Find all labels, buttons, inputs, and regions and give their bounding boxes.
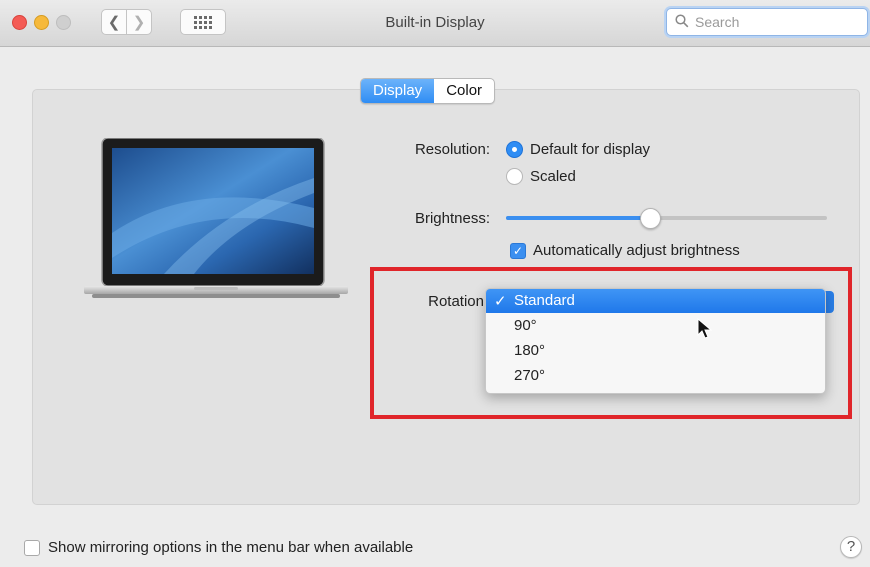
search-input[interactable] <box>693 12 862 32</box>
rotation-option-label: 180° <box>514 342 546 359</box>
brightness-slider[interactable] <box>506 208 827 229</box>
auto-brightness-label: Automatically adjust brightness <box>533 242 740 259</box>
auto-brightness-checkbox[interactable]: ✓ <box>510 243 526 259</box>
radio-scaled[interactable] <box>506 168 523 185</box>
segmented-tabs: Display Color <box>360 78 496 104</box>
brightness-slider-fill <box>506 216 651 220</box>
radio-default-for-display[interactable] <box>506 141 523 158</box>
brightness-label: Brightness: <box>414 210 490 227</box>
rotation-dropdown-menu: ✓ Standard 90° 180° 270° <box>485 288 826 394</box>
resolution-label: Resolution: <box>414 141 490 158</box>
rotation-label: Rotation <box>428 293 484 310</box>
radio-label-scaled: Scaled <box>530 168 576 185</box>
laptop-image <box>84 138 348 298</box>
rotation-option-label: 90° <box>514 317 537 334</box>
rotation-option-270[interactable]: 270° <box>486 364 825 388</box>
rotation-option-label: 270° <box>514 367 546 384</box>
rotation-option-standard[interactable]: ✓ Standard <box>486 289 825 313</box>
search-icon <box>675 14 689 28</box>
rotation-option-180[interactable]: 180° <box>486 339 825 363</box>
rotation-option-90[interactable]: 90° <box>486 314 825 338</box>
tab-color[interactable]: Color <box>434 79 494 103</box>
checkmark-icon: ✓ <box>494 293 507 310</box>
rotation-option-label: Standard <box>514 292 575 309</box>
mirroring-options-label: Show mirroring options in the menu bar w… <box>48 539 414 556</box>
mirroring-options-checkbox[interactable] <box>24 540 40 556</box>
radio-label-default: Default for display <box>530 141 651 158</box>
tab-display[interactable]: Display <box>361 79 435 103</box>
mouse-pointer-icon <box>697 318 713 339</box>
window-titlebar: ❮ ❯ Built-in Display <box>0 0 870 47</box>
help-button[interactable]: ? <box>840 536 862 558</box>
search-field[interactable] <box>666 8 868 36</box>
